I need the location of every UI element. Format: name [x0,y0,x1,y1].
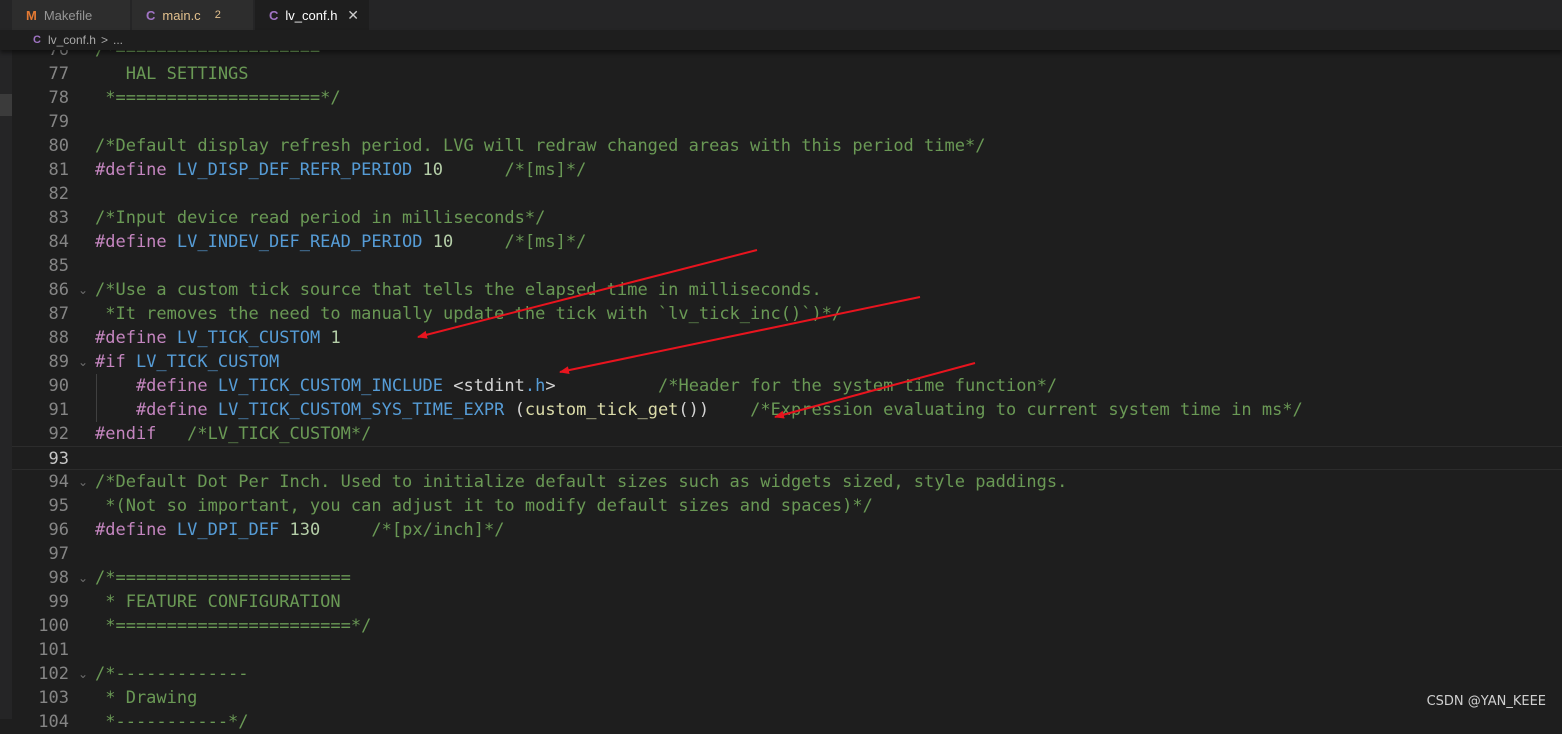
annotation-arrow [417,249,758,339]
annotation-arrow [559,296,921,375]
annotation-arrow [774,362,976,419]
annotation-layer [417,249,976,419]
